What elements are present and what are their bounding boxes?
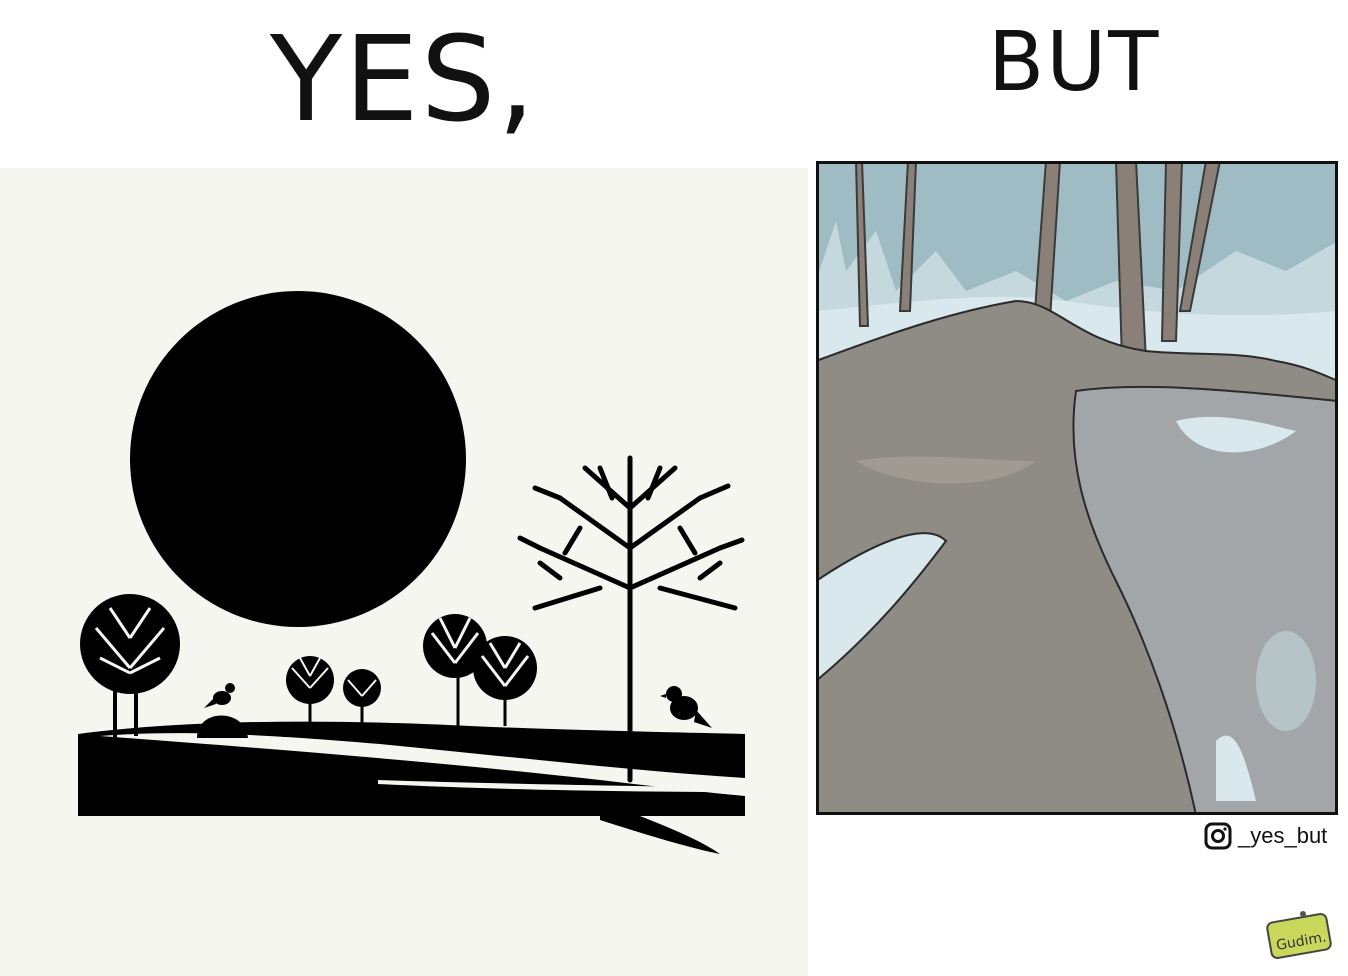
but-heading: BUT: [988, 15, 1161, 110]
instagram-icon: [1204, 822, 1232, 850]
slushy-road-panel: [816, 161, 1338, 815]
black-sun: [130, 291, 466, 627]
yes-heading: YES,: [270, 10, 538, 148]
idealized-winter-panel: [0, 168, 808, 976]
winter-silhouette-illustration: [0, 168, 808, 976]
slush-road-illustration: [816, 161, 1338, 815]
watermark-handle: _yes_but: [1238, 823, 1328, 848]
watermark: _yes_but: [1204, 821, 1327, 851]
gudim-signature-logo: Gudim.: [1263, 906, 1335, 962]
